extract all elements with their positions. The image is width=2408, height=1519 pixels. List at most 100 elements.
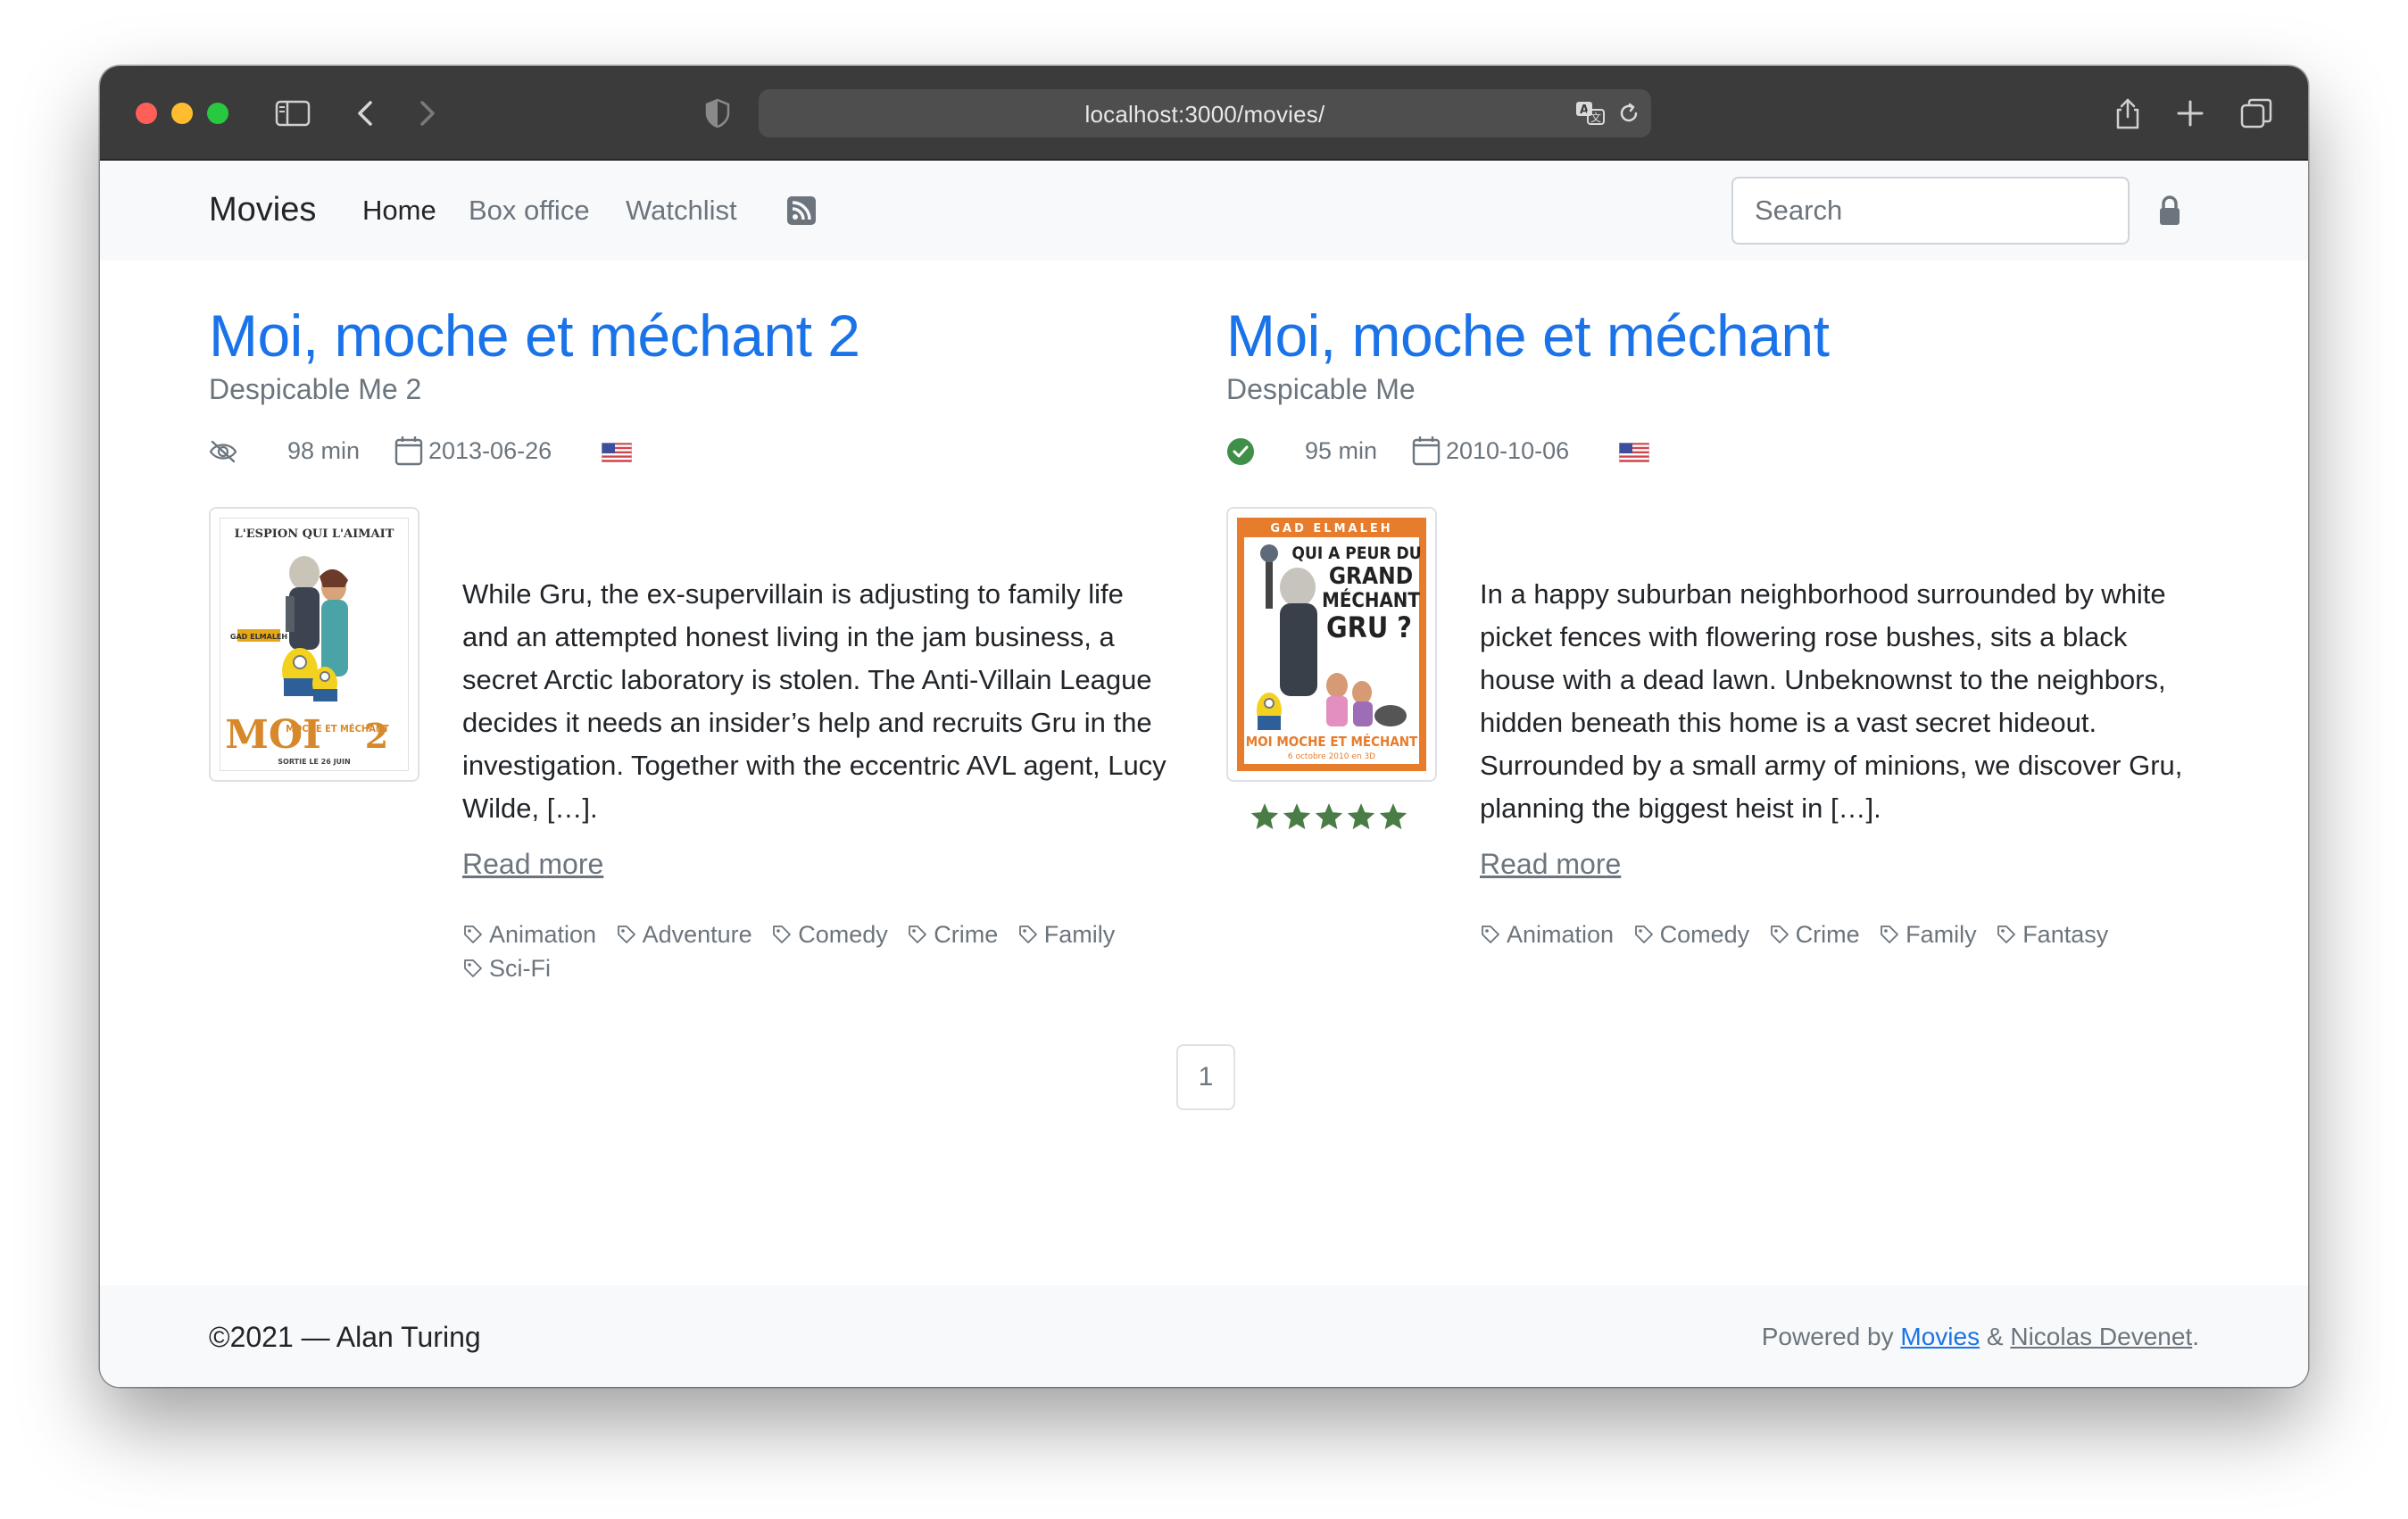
search-input[interactable]: [1731, 177, 2130, 245]
poster-line-1: QUI A PEUR DU: [1291, 544, 1421, 563]
forward-icon[interactable]: [409, 95, 444, 131]
poster-top-text: GAD ELMALEH: [1270, 522, 1392, 535]
footer-ampersand: &: [1986, 1323, 2004, 1350]
tag-icon: [1482, 926, 1499, 943]
genre-label: Adventure: [642, 921, 752, 948]
star-icon: [1347, 803, 1375, 830]
tag-icon: [1770, 926, 1789, 943]
nav-link-home[interactable]: Home: [362, 195, 436, 227]
calendar-icon: [1412, 436, 1441, 466]
poster-top-text: L'ESPION QUI L'AIMAIT: [235, 527, 394, 541]
movie-runtime: 95 min: [1305, 437, 1378, 464]
svg-text:GAD ELMALEH: GAD ELMALEH: [230, 633, 287, 641]
site-brand[interactable]: Movies: [209, 191, 316, 229]
genre-label: Family: [1906, 921, 1977, 948]
us-flag-icon: [1619, 443, 1649, 462]
pagination-page-1[interactable]: 1: [1176, 1044, 1235, 1110]
site-footer: ©2021 — Alan Turing Powered by Movies & …: [100, 1285, 2308, 1387]
footer-copyright: ©2021 — Alan Turing: [209, 1321, 481, 1353]
reload-icon[interactable]: [1617, 102, 1640, 125]
star-icon: [1283, 803, 1311, 830]
tag-icon: [909, 926, 927, 943]
tag-icon: [464, 926, 482, 943]
genre-tag[interactable]: Comedy: [771, 917, 888, 951]
watched-check-icon[interactable]: [1226, 437, 1255, 466]
genre-tag[interactable]: Family: [1017, 917, 1116, 951]
poster-title-number: 2: [365, 716, 388, 756]
share-icon[interactable]: [2110, 95, 2146, 131]
footer-link-author[interactable]: Nicolas Devenet: [2010, 1323, 2192, 1350]
site-navbar: Movies Home Box office Watchlist: [100, 161, 2308, 261]
genre-label: Animation: [489, 921, 597, 948]
sidebar-icon[interactable]: [275, 95, 311, 131]
movie-card: Moi, moche et méchant Despicable Me 95 m…: [1226, 302, 2190, 948]
genre-tag[interactable]: Family: [1879, 917, 1977, 951]
movie-genres: Animation Comedy Crime Family Fantasy: [1480, 917, 2185, 951]
genre-tag[interactable]: Adventure: [616, 917, 752, 951]
footer-suffix: .: [2192, 1323, 2199, 1350]
read-more-link[interactable]: Read more: [462, 848, 603, 881]
movie-poster[interactable]: GAD ELMALEH QUI A PEUR DU GRAND MÉCHANT …: [1226, 507, 1437, 782]
star-icon: [1379, 803, 1407, 830]
movie-genres: Animation Adventure Comedy Crime Family …: [462, 917, 1167, 985]
nav-link-box-office[interactable]: Box office: [469, 195, 590, 227]
poster-release-text: 6 octobre 2010 en 3D: [1288, 752, 1375, 761]
tag-icon: [773, 926, 792, 943]
genre-label: Fantasy: [2022, 921, 2109, 948]
genre-tag[interactable]: Animation: [1480, 917, 1614, 951]
genre-tag[interactable]: Comedy: [1633, 917, 1749, 951]
rss-feed-icon[interactable]: [787, 196, 816, 225]
movie-title-link[interactable]: Moi, moche et méchant 2: [209, 302, 860, 369]
genre-label: Family: [1043, 921, 1116, 948]
tag-icon: [464, 959, 482, 977]
calendar-icon: [394, 436, 423, 466]
movie-original-title: Despicable Me 2: [209, 373, 422, 405]
genre-tag[interactable]: Animation: [462, 917, 596, 951]
genre-tag[interactable]: Crime: [1769, 917, 1860, 951]
movie-release-date: 2013-06-26: [428, 437, 552, 464]
tab-overview-icon[interactable]: [2238, 95, 2274, 131]
movie-original-title: Despicable Me: [1226, 373, 1416, 405]
movie-overview: While Gru, the ex-supervillain is adjust…: [462, 578, 1167, 824]
movie-meta: 98 min 2013-06-26: [209, 436, 834, 471]
not-watched-eye-slash-icon[interactable]: [209, 439, 237, 464]
tag-icon: [617, 926, 635, 943]
genre-label: Sci-Fi: [489, 955, 551, 982]
zoom-window-button[interactable]: [207, 103, 228, 124]
genre-label: Comedy: [798, 921, 888, 948]
powered-by-label: Powered by: [1761, 1323, 1894, 1350]
minimize-window-button[interactable]: [171, 103, 193, 124]
movie-release-date: 2010-10-06: [1446, 437, 1570, 464]
poster-title: MOI MOCHE ET MÉCHANT: [1246, 733, 1418, 750]
tag-icon: [1881, 926, 1899, 943]
us-flag-icon: [602, 443, 632, 462]
poster-title-moi: MOI: [225, 712, 321, 758]
nav-link-watchlist[interactable]: Watchlist: [626, 195, 737, 227]
genre-tag[interactable]: Sci-Fi: [462, 951, 551, 985]
privacy-shield-icon[interactable]: [700, 95, 735, 131]
genre-tag[interactable]: Fantasy: [1996, 917, 2108, 951]
lock-icon[interactable]: [2158, 195, 2181, 227]
movie-title-link[interactable]: Moi, moche et méchant: [1226, 302, 1830, 369]
movie-overview: In a happy suburban neighborhood surroun…: [1480, 578, 2183, 824]
movie-poster[interactable]: L'ESPION QUI L'AIMAIT GAD ELMALEH MOI MO…: [209, 507, 419, 782]
close-window-button[interactable]: [136, 103, 157, 124]
poster-image: GAD ELMALEH QUI A PEUR DU GRAND MÉCHANT …: [1237, 518, 1426, 771]
address-bar[interactable]: localhost:3000/movies/ A 文: [759, 89, 1651, 137]
footer-link-movies[interactable]: Movies: [1900, 1323, 1980, 1350]
poster-release-text: SORTIE LE 26 JUIN: [278, 758, 350, 766]
new-tab-icon[interactable]: [2172, 95, 2208, 131]
poster-line-3: MÉCHANT: [1322, 589, 1420, 612]
svg-text:文: 文: [1590, 111, 1601, 124]
genre-label: Animation: [1507, 921, 1615, 948]
poster-image: L'ESPION QUI L'AIMAIT GAD ELMALEH MOI MO…: [220, 518, 409, 771]
tag-icon: [1997, 926, 2016, 943]
translate-icon[interactable]: A 文: [1574, 98, 1607, 129]
genre-tag[interactable]: Crime: [907, 917, 998, 951]
movie-card: Moi, moche et méchant 2 Despicable Me 2 …: [209, 302, 1173, 982]
read-more-link[interactable]: Read more: [1480, 848, 1621, 881]
back-icon[interactable]: [348, 95, 384, 131]
tag-icon: [1018, 926, 1037, 943]
movie-meta: 95 min 2010-10-06: [1226, 436, 1851, 471]
movie-runtime: 98 min: [287, 437, 361, 464]
